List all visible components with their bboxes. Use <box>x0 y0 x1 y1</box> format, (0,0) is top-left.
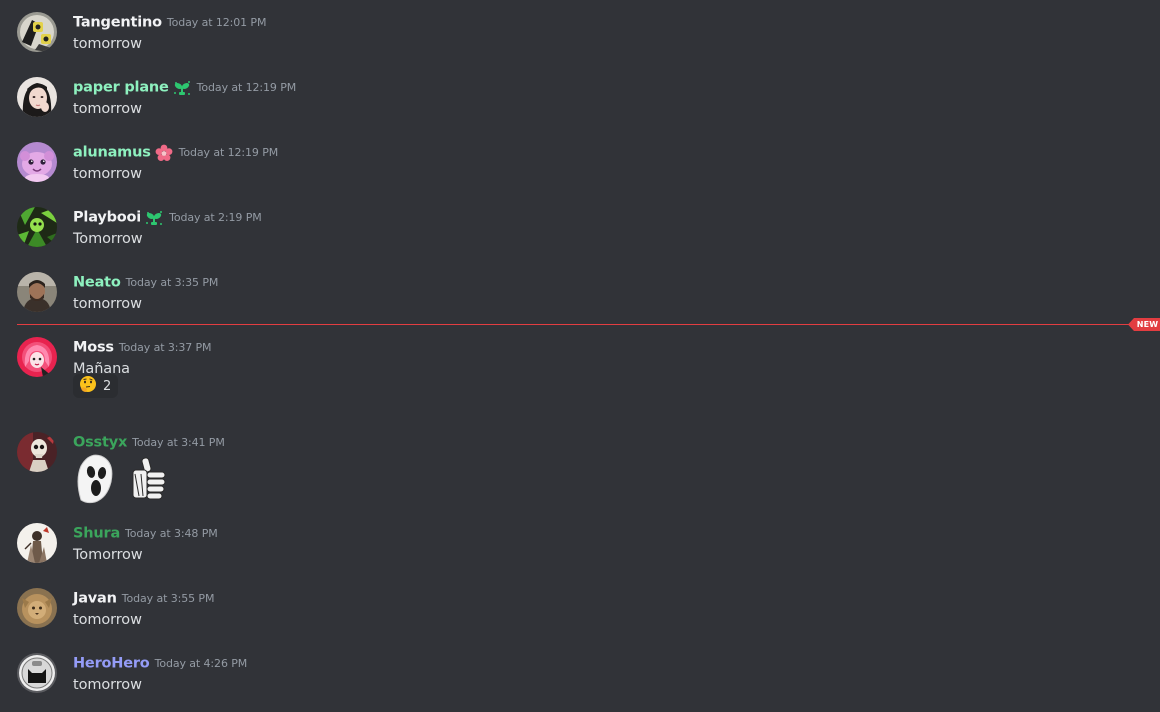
timestamp: Today at 2:19 PM <box>169 210 262 224</box>
message-text: tomorrow <box>73 612 142 628</box>
timestamp: Today at 12:19 PM <box>178 145 279 159</box>
user-avatar[interactable] <box>17 77 57 117</box>
timestamp: Today at 3:35 PM <box>125 275 219 289</box>
thinking-face-icon <box>79 375 97 397</box>
username[interactable]: HeroHero <box>73 656 150 672</box>
message-text: tomorrow <box>73 677 142 693</box>
timestamp: Today at 3:48 PM <box>125 526 218 540</box>
username[interactable]: alunamus <box>73 145 151 161</box>
sprout-icon[interactable] <box>172 78 192 98</box>
username[interactable]: Osstyx <box>73 435 127 451</box>
timestamp: Today at 3:37 PM <box>118 340 212 354</box>
user-avatar[interactable] <box>17 523 57 563</box>
user-avatar[interactable] <box>17 12 57 52</box>
user-avatar[interactable] <box>17 432 57 472</box>
message-text: Tomorrow <box>73 547 143 563</box>
username[interactable]: Tangentino <box>73 15 162 31</box>
pink-flower-icon[interactable] <box>154 143 174 163</box>
message-text: Tomorrow <box>73 231 143 247</box>
sticker-group <box>73 452 173 504</box>
username[interactable]: Moss <box>73 340 114 356</box>
username[interactable]: Neato <box>73 275 121 291</box>
user-avatar[interactable] <box>17 588 57 628</box>
message-text: tomorrow <box>73 101 142 117</box>
username[interactable]: Javan <box>73 591 117 607</box>
timestamp: Today at 3:55 PM <box>121 591 215 605</box>
user-avatar[interactable] <box>17 337 57 377</box>
username[interactable]: Shura <box>73 526 120 542</box>
message-text: tomorrow <box>73 296 142 312</box>
sprout-icon[interactable] <box>144 208 164 228</box>
new-messages-badge: NEW <box>1128 318 1160 331</box>
reaction-count: 2 <box>103 378 112 394</box>
new-messages-divider <box>17 324 1129 325</box>
user-avatar[interactable] <box>17 142 57 182</box>
timestamp: Today at 4:26 PM <box>154 656 248 670</box>
timestamp: Today at 3:41 PM <box>132 435 225 449</box>
username[interactable]: paper plane <box>73 80 169 96</box>
reaction-button[interactable]: 2 <box>73 374 118 398</box>
message-text: tomorrow <box>73 36 142 52</box>
chat-message-list: Tangentino Today at 12:01 PM tomorrow pap… <box>0 0 1160 712</box>
timestamp: Today at 12:01 PM <box>166 15 267 29</box>
user-avatar[interactable] <box>17 272 57 312</box>
new-label: NEW <box>1136 320 1159 329</box>
user-avatar[interactable] <box>17 653 57 693</box>
username[interactable]: Playbooi <box>73 210 141 226</box>
user-avatar[interactable] <box>17 207 57 247</box>
message-text: tomorrow <box>73 166 142 182</box>
timestamp: Today at 12:19 PM <box>196 80 297 94</box>
